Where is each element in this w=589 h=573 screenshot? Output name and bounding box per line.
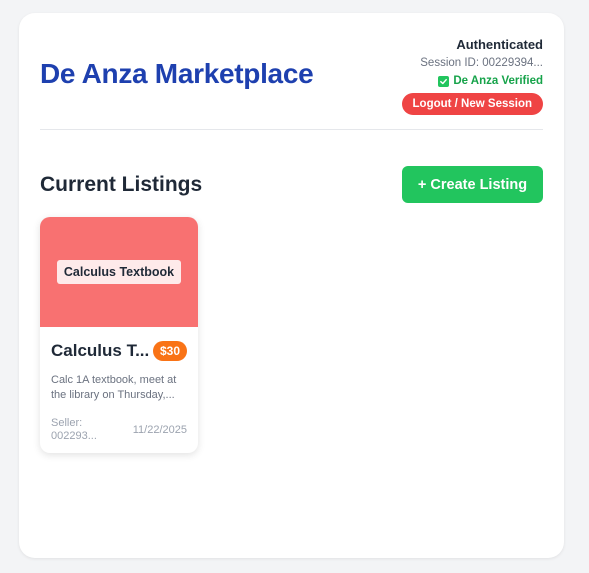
app-title: De Anza Marketplace <box>40 58 314 89</box>
listing-image-label: Calculus Textbook <box>56 260 182 284</box>
header: De Anza Marketplace Authenticated Sessio… <box>40 13 543 130</box>
listing-card[interactable]: Calculus Textbook Calculus T... $30 Calc… <box>40 217 198 453</box>
listing-footer: Seller: 002293... 11/22/2025 <box>51 417 187 445</box>
price-badge: $30 <box>152 341 187 361</box>
auth-status: Authenticated <box>456 37 543 52</box>
seller-info: Seller: 002293... <box>51 417 113 443</box>
session-id: Session ID: 00229394... <box>420 57 543 69</box>
seller-label: Seller: <box>51 417 83 429</box>
check-icon <box>438 75 450 87</box>
listing-title: Calculus T... <box>51 341 150 360</box>
listing-image: Calculus Textbook <box>40 217 198 327</box>
listing-title-row: Calculus T... $30 <box>51 341 187 363</box>
seller-id: 002293... <box>51 430 97 442</box>
listing-body: Calculus T... $30 Calc 1A textbook, meet… <box>40 327 198 445</box>
auth-info: Authenticated Session ID: 00229394... De… <box>383 37 543 89</box>
listing-description: Calc 1A textbook, meet at the library on… <box>51 374 177 401</box>
verified-label: De Anza Verified <box>453 75 543 87</box>
verified-badge: De Anza Verified <box>383 73 543 89</box>
section-title: Current Listings <box>40 173 203 196</box>
listing-date: 11/22/2025 <box>132 424 187 436</box>
logout-button[interactable]: Logout / New Session <box>401 93 543 115</box>
create-listing-button[interactable]: + Create Listing <box>402 166 543 203</box>
main-panel: De Anza Marketplace Authenticated Sessio… <box>19 13 564 558</box>
